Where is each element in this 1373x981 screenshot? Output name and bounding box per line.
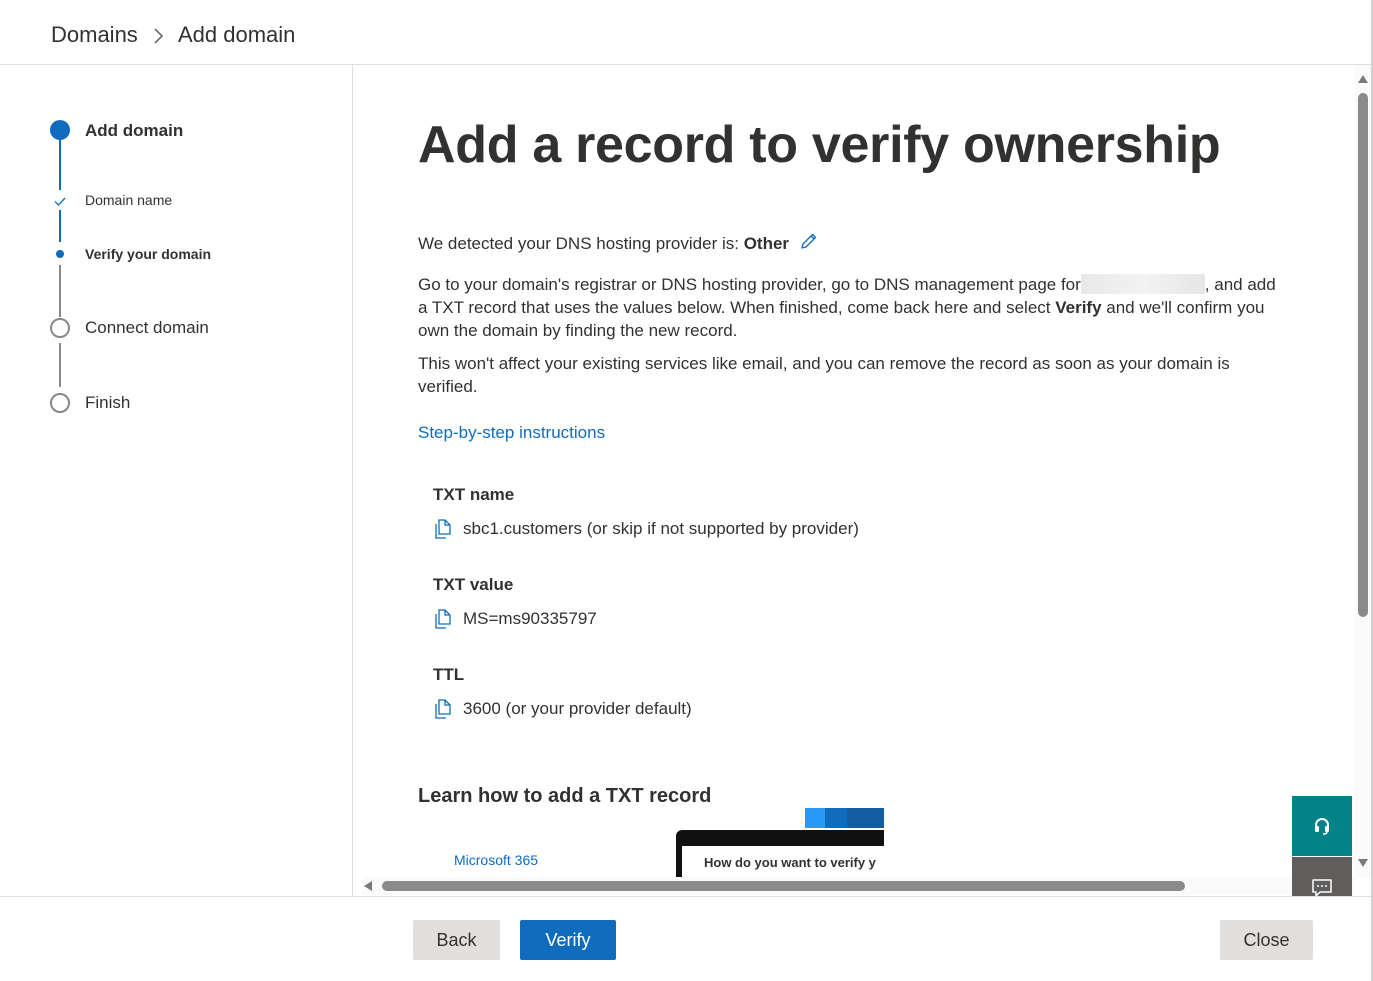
step-active-indicator [50,120,70,140]
detected-prefix: We detected your DNS hosting provider is… [418,234,744,253]
txt-name-label: TXT name [433,485,515,504]
ttl-label: TTL [433,665,465,684]
wizard-stepper [0,65,353,896]
video-caption: How do you want to verify y [704,855,876,870]
txt-value-row: MS=ms90335797 [433,607,597,631]
instructions-text: Go to your domain's registrar or DNS hos… [418,273,1278,342]
horizontal-scroll-thumb[interactable] [382,881,1185,891]
step-pending-indicator [50,318,70,338]
pencil-icon[interactable] [799,231,819,251]
step-by-step-link[interactable]: Step-by-step instructions [418,423,605,443]
step-finish: Finish [85,393,131,412]
video-brand: Microsoft 365 [454,852,539,868]
step-connector [59,210,61,242]
txt-value-value: MS=ms90335797 [463,609,597,628]
breadcrumb-domains[interactable]: Domains [51,22,138,48]
txt-name-row: sbc1.customers (or skip if not supported… [433,517,859,541]
checkmark-icon [54,197,66,206]
copy-icon[interactable] [433,608,453,630]
txt-name-value: sbc1.customers (or skip if not supported… [463,519,859,538]
close-button[interactable]: Close [1220,920,1313,960]
ttl-row: 3600 (or your provider default) [433,697,692,721]
chevron-right-icon [154,28,164,44]
horizontal-scrollbar[interactable] [362,877,1355,895]
vertical-scrollbar[interactable] [1355,65,1371,877]
breadcrumb-current: Add domain [178,22,296,47]
learn-section-title: Learn how to add a TXT record [418,785,712,807]
instructions-part1: Go to your domain's registrar or DNS hos… [418,275,1081,294]
video-thumbnail[interactable]: Microsoft 365 How do you want to verify … [418,808,884,877]
copy-icon[interactable] [433,698,453,720]
help-button[interactable] [1292,796,1352,856]
redacted-domain [1080,274,1205,294]
main-content: Add a record to verify ownership We dete… [354,65,1354,877]
step-connector [59,265,61,317]
step-domain-name: Domain name [85,192,173,208]
instructions-verify-bold: Verify [1055,298,1102,317]
headset-icon [1315,818,1329,835]
step-connector [59,140,61,190]
page-title: Add a record to verify ownership [418,116,1221,174]
scroll-up-arrow-icon[interactable] [1358,75,1368,83]
scroll-left-arrow-icon[interactable] [364,881,372,891]
feedback-icon [1312,879,1332,897]
ttl-value: 3600 (or your provider default) [463,699,692,718]
back-button[interactable]: Back [413,920,500,960]
scroll-down-arrow-icon[interactable] [1358,859,1368,867]
vertical-scroll-thumb[interactable] [1358,93,1368,617]
detected-provider-line: We detected your DNS hosting provider is… [418,231,1278,255]
copy-icon[interactable] [433,518,453,540]
note-text: This won't affect your existing services… [418,354,1230,396]
step-pending-indicator [50,393,70,413]
step-connector [59,343,61,387]
detected-provider: Other [743,234,790,253]
step-connect-domain: Connect domain [85,318,209,337]
header: Domains Add domain [0,0,1373,65]
step-current-indicator [56,250,64,258]
verify-button[interactable]: Verify [520,920,616,960]
step-add-domain: Add domain [85,121,184,140]
txt-value-label: TXT value [433,575,514,594]
footer: Back Verify Close [0,896,1371,981]
step-verify-domain: Verify your domain [85,246,212,262]
